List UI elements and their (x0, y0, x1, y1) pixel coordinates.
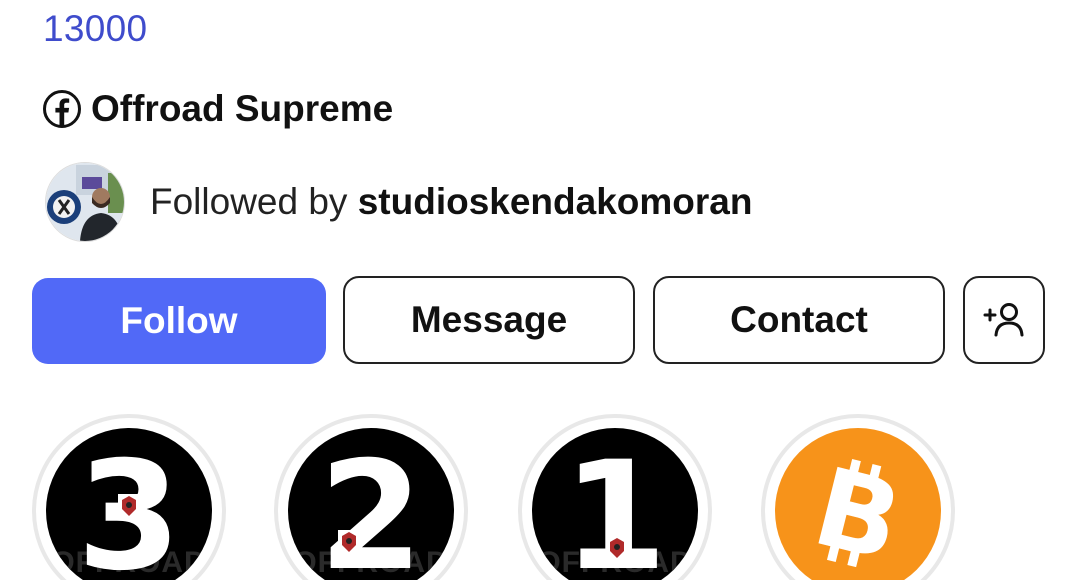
facebook-page-name: Offroad Supreme (91, 88, 394, 129)
story-highlight-1[interactable]: OFFROAD 1 (518, 414, 712, 580)
add-person-icon (983, 303, 1024, 337)
bitcoin-icon: B (803, 445, 913, 580)
contact-button[interactable]: Contact (653, 276, 945, 364)
suggested-users-button[interactable] (963, 276, 1045, 364)
story-highlight-2[interactable]: OFFROAD 2 (274, 414, 468, 580)
follower-avatar[interactable] (45, 162, 125, 242)
highlight-number: 2 (318, 430, 424, 580)
highlight-cover: B (775, 428, 941, 580)
followed-by-prefix: Followed by (150, 181, 358, 222)
story-highlight-bitcoin[interactable]: B (761, 414, 955, 580)
offroad-logo-icon (338, 530, 360, 554)
followed-by-username[interactable]: studioskendakomoran (358, 181, 753, 222)
facebook-link-row[interactable]: Offroad Supreme (42, 88, 393, 130)
highlight-cover: OFFROAD 3 (46, 428, 212, 580)
highlight-cover: OFFROAD 2 (288, 428, 454, 580)
facebook-icon (43, 90, 81, 128)
followed-by-text: Followed by studioskendakomoran (150, 181, 752, 223)
follow-button[interactable]: Follow (32, 278, 326, 364)
avatar-image (46, 163, 124, 241)
profile-page: 13000 Offroad Supreme Followed by studio… (0, 0, 1076, 580)
offroad-logo-icon (606, 536, 628, 560)
message-button[interactable]: Message (343, 276, 635, 364)
story-highlight-3[interactable]: OFFROAD 3 (32, 414, 226, 580)
highlight-cover: OFFROAD 1 (532, 428, 698, 580)
offroad-logo-icon (118, 494, 140, 518)
count-link[interactable]: 13000 (43, 8, 147, 50)
followed-by-row[interactable]: Followed by studioskendakomoran (45, 162, 752, 242)
